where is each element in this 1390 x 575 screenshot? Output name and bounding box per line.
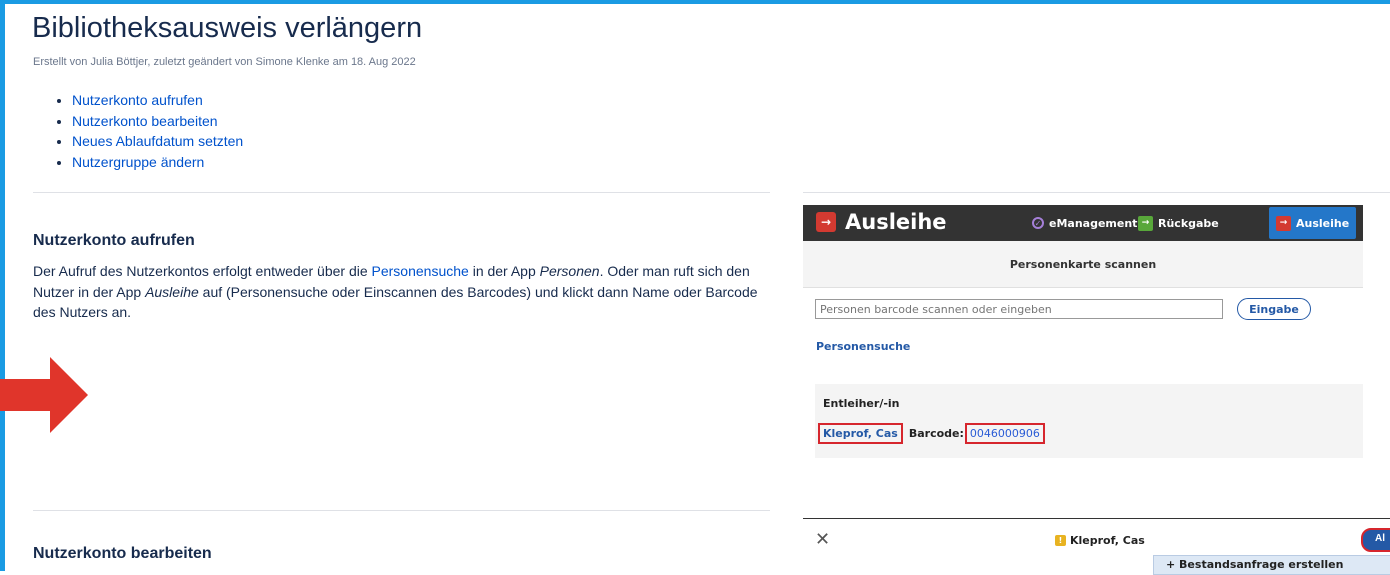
divider	[803, 192, 1390, 193]
barcode-label: Barcode:	[908, 427, 964, 440]
divider	[33, 510, 770, 511]
nav-rueckgabe[interactable]: → Rückgabe	[1131, 207, 1226, 239]
entleiher-label: Entleiher/-in	[823, 397, 900, 410]
entleiher-box: Entleiher/-in Kleprof, Cas Barcode: 0046…	[815, 384, 1363, 458]
close-icon[interactable]: ✕	[815, 529, 830, 550]
toc-link-nutzergruppe[interactable]: Nutzergruppe ändern	[72, 154, 204, 170]
toc-item: Nutzerkonto aufrufen	[72, 90, 243, 111]
toc-item: Nutzergruppe ändern	[72, 152, 243, 173]
person-name-link[interactable]: Kleprof, Cas	[818, 423, 903, 444]
eingabe-button[interactable]: Eingabe	[1237, 298, 1311, 320]
page-title: Bibliotheksausweis verlängern	[32, 12, 423, 44]
page-byline: Erstellt von Julia Böttjer, zuletzt geän…	[33, 56, 416, 68]
toc-link-nutzerkonto-aufrufen[interactable]: Nutzerkonto aufrufen	[72, 92, 203, 108]
table-of-contents: Nutzerkonto aufrufen Nutzerkonto bearbei…	[55, 90, 243, 172]
barcode-input[interactable]	[815, 299, 1223, 319]
person-row: Kleprof, Cas Barcode: 0046000906	[818, 423, 1045, 444]
person-icon: !	[1055, 535, 1066, 546]
toc-link-nutzerkonto-bearbeiten[interactable]: Nutzerkonto bearbeiten	[72, 113, 218, 129]
paragraph-text: Der Aufruf des Nutzerkontos erfolgt entw…	[33, 263, 372, 279]
app-title-text: Ausleihe	[845, 210, 947, 234]
return-icon: →	[1138, 215, 1153, 231]
modal-person: ! Kleprof, Cas	[1055, 534, 1145, 547]
ausleihe-screenshot: → Ausleihe ✓ eManagement → Rückgabe → Au…	[803, 205, 1363, 465]
personensuche-link[interactable]: Personensuche	[372, 263, 469, 279]
arrow-right-icon	[0, 357, 88, 433]
section-heading-nutzerkonto-bearbeiten: Nutzerkonto bearbeiten	[33, 545, 212, 562]
section-heading-nutzerkonto-aufrufen: Nutzerkonto aufrufen	[33, 232, 195, 249]
nav-label: Ausleihe	[1296, 216, 1350, 230]
nav-ausleihe[interactable]: → Ausleihe	[1269, 207, 1357, 239]
exit-icon: →	[816, 212, 836, 232]
dropdown-item-bestandsanfrage[interactable]: + Bestandsanfrage erstellen	[1153, 555, 1390, 575]
modal-person-name: Kleprof, Cas	[1070, 534, 1145, 547]
actions-button[interactable]: Al	[1361, 528, 1390, 552]
paragraph-text: in der App	[468, 263, 540, 279]
app-topbar: → Ausleihe ✓ eManagement → Rückgabe → Au…	[803, 205, 1363, 241]
person-modal-header: ✕ ! Kleprof, Cas Al + Bestandsanfrage er…	[803, 518, 1390, 575]
scan-title: Personenkarte scannen	[803, 241, 1363, 288]
app-name-personen: Personen	[539, 263, 600, 279]
toc-item: Nutzerkonto bearbeiten	[72, 111, 243, 132]
toc-item: Neues Ablaufdatum setzten	[72, 131, 243, 152]
app-title: → Ausleihe	[816, 210, 947, 234]
exit-icon: →	[1276, 215, 1291, 231]
scan-panel: Eingabe Personensuche Entleiher/-in Klep…	[803, 288, 1363, 465]
nav-label: eManagement	[1049, 216, 1138, 230]
toc-link-ablaufdatum[interactable]: Neues Ablaufdatum setzten	[72, 133, 243, 149]
app-name-ausleihe: Ausleihe	[145, 283, 199, 300]
check-circle-icon: ✓	[1032, 217, 1044, 229]
divider	[33, 192, 770, 193]
nav-emanagement[interactable]: ✓ eManagement	[1025, 207, 1144, 239]
barcode-value-link[interactable]: 0046000906	[964, 423, 1045, 444]
nav-label: Rückgabe	[1158, 216, 1219, 230]
personensuche-link[interactable]: Personensuche	[816, 340, 910, 353]
section-paragraph: Der Aufruf des Nutzerkontos erfolgt entw…	[33, 261, 773, 323]
